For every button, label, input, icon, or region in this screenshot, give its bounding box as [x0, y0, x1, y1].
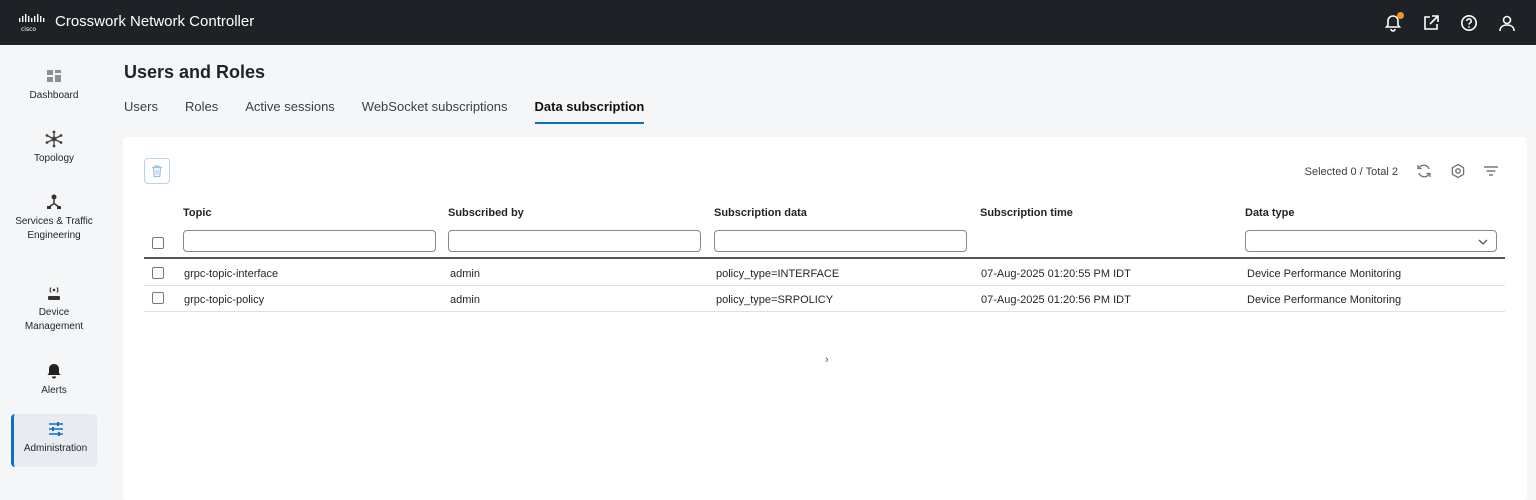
user-icon[interactable]: [1498, 14, 1516, 32]
sidebar-nav: Dashboard Topology Services & Traffic En…: [0, 45, 108, 500]
topic-filter-input[interactable]: [183, 230, 436, 252]
header-divider: [144, 257, 1505, 259]
sidebar-item-label: Services & Traffic Engineering: [15, 216, 93, 241]
cell-data-type: Device Performance Monitoring: [1247, 268, 1402, 280]
notification-badge: [1397, 11, 1404, 19]
help-icon[interactable]: [1460, 14, 1478, 32]
sidebar-item-services[interactable]: Services & Traffic Engineering: [11, 187, 97, 243]
cell-subscription-data: policy_type=INTERFACE: [716, 268, 840, 280]
app-title: Crosswork Network Controller: [55, 13, 255, 30]
sidebar-item-label: Topology: [33, 153, 75, 164]
tab-bar: Users Roles Active sessions WebSocket su…: [124, 99, 671, 124]
tab-users[interactable]: Users: [124, 99, 158, 124]
sidebar-item-dashboard[interactable]: Dashboard: [11, 61, 97, 103]
column-header-topic[interactable]: Topic: [183, 207, 212, 219]
cell-subscription-time: 07-Aug-2025 01:20:56 PM IDT: [981, 294, 1131, 306]
mouse-cursor-icon: ›: [825, 354, 829, 366]
sidebar-item-label: Device Management: [24, 307, 84, 332]
settings-icon[interactable]: [1450, 163, 1466, 179]
services-icon: [47, 194, 61, 209]
table-row[interactable]: grpc-topic-interface admin policy_type=I…: [144, 261, 1505, 286]
cell-subscription-time: 07-Aug-2025 01:20:55 PM IDT: [981, 268, 1131, 280]
external-link-icon[interactable]: [1422, 14, 1440, 32]
cell-subscribed-by: admin: [450, 268, 480, 280]
column-header-subscription-data[interactable]: Subscription data: [714, 207, 807, 219]
chevron-down-icon: [1478, 239, 1488, 245]
table-row[interactable]: grpc-topic-policy admin policy_type=SRPO…: [144, 287, 1505, 312]
filter-icon[interactable]: [1483, 163, 1499, 179]
select-all-checkbox[interactable]: [152, 237, 164, 249]
subscribed-by-filter-input[interactable]: [448, 230, 701, 252]
sidebar-item-label: Dashboard: [29, 90, 79, 101]
cell-subscribed-by: admin: [450, 294, 480, 306]
tab-active-sessions[interactable]: Active sessions: [245, 99, 335, 124]
top-bar: cisco Crosswork Network Controller: [0, 0, 1536, 45]
data-type-filter-select[interactable]: [1245, 230, 1497, 252]
refresh-icon[interactable]: [1416, 163, 1432, 179]
topology-icon: [45, 130, 63, 148]
sidebar-item-label: Alerts: [41, 385, 67, 396]
data-subscription-panel: Selected 0 / Total 2 Topic Subscribed by…: [123, 137, 1527, 500]
cell-topic: grpc-topic-policy: [184, 294, 265, 306]
sliders-icon: [48, 422, 63, 436]
bell-icon: [47, 364, 61, 379]
row-checkbox[interactable]: [152, 292, 164, 304]
svg-text:cisco: cisco: [21, 26, 36, 33]
sidebar-item-device-management[interactable]: Device Management: [11, 278, 97, 334]
sidebar-item-topology[interactable]: Topology: [11, 124, 97, 166]
sidebar-item-label: Administration: [23, 443, 88, 454]
trash-icon: [152, 165, 162, 178]
column-header-subscription-time[interactable]: Subscription time: [980, 207, 1073, 219]
tab-data-subscription[interactable]: Data subscription: [534, 99, 645, 124]
cell-subscription-data: policy_type=SRPOLICY: [716, 294, 834, 306]
delete-button[interactable]: [144, 158, 170, 184]
sidebar-item-administration[interactable]: Administration: [11, 414, 97, 467]
cisco-logo: cisco: [19, 14, 45, 33]
row-checkbox[interactable]: [152, 267, 164, 279]
cell-topic: grpc-topic-interface: [184, 268, 279, 280]
sidebar-item-alerts[interactable]: Alerts: [11, 356, 97, 398]
column-header-data-type[interactable]: Data type: [1245, 207, 1295, 219]
dashboard-icon: [47, 70, 61, 82]
tab-websocket-subscriptions[interactable]: WebSocket subscriptions: [362, 99, 508, 124]
top-icon-bar: [1384, 0, 1516, 45]
cell-data-type: Device Performance Monitoring: [1247, 294, 1402, 306]
page-title: Users and Roles: [124, 62, 266, 82]
tab-roles[interactable]: Roles: [185, 99, 218, 124]
column-header-subscribed-by[interactable]: Subscribed by: [448, 207, 524, 219]
selection-count: Selected 0 / Total 2: [1304, 166, 1398, 178]
device-icon: [48, 287, 60, 300]
bell-icon[interactable]: [1384, 11, 1404, 32]
subscription-data-filter-input[interactable]: [714, 230, 967, 252]
